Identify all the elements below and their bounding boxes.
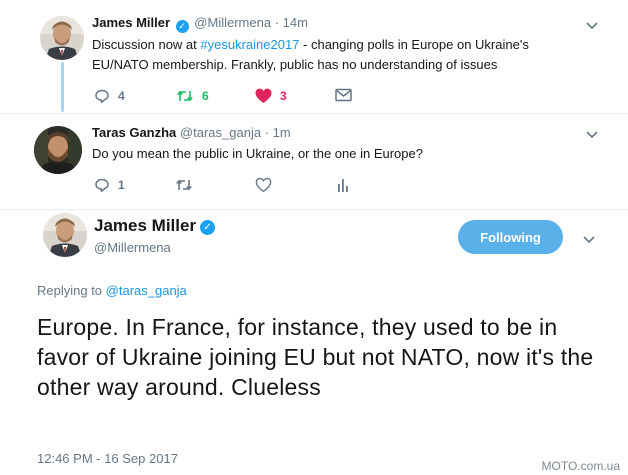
tweet-text: Do you mean the public in Ukraine, or th… bbox=[92, 146, 423, 161]
like-button[interactable]: 3 bbox=[255, 88, 287, 104]
heart-icon bbox=[255, 177, 272, 193]
author-name[interactable]: James Miller bbox=[92, 15, 170, 30]
like-count: 3 bbox=[280, 89, 287, 103]
retweet-icon bbox=[176, 179, 192, 191]
tweet-time[interactable]: 1m bbox=[273, 125, 291, 140]
retweet-button[interactable] bbox=[175, 177, 193, 193]
tweet-timestamp[interactable]: 12:46 PM - 16 Sep 2017 bbox=[37, 451, 178, 466]
tweet-james-miller-first[interactable]: James Miller ✓ @Millermena · 14m Discuss… bbox=[0, 0, 628, 113]
reply-count: 1 bbox=[118, 178, 125, 192]
reply-icon bbox=[95, 178, 109, 193]
focused-tweet-text: Europe. In France, for instance, they us… bbox=[37, 314, 594, 400]
like-button[interactable] bbox=[255, 177, 272, 193]
following-button[interactable]: Following bbox=[458, 220, 563, 254]
author-handle[interactable]: @taras_ganja bbox=[180, 125, 261, 140]
verified-badge-icon: ✓ bbox=[175, 20, 189, 33]
separator-dot: · bbox=[271, 15, 283, 30]
avatar[interactable] bbox=[34, 126, 82, 174]
author-name[interactable]: James Miller ✓ bbox=[94, 216, 216, 236]
retweet-icon bbox=[177, 90, 193, 102]
author-handle[interactable]: @Millermena bbox=[94, 240, 171, 255]
chevron-down-icon[interactable] bbox=[585, 127, 599, 141]
replying-handle-link[interactable]: @taras_ganja bbox=[106, 283, 187, 298]
analytics-button[interactable] bbox=[336, 177, 350, 193]
tweet-header: James Miller ✓ @Millermena · 14m bbox=[92, 15, 308, 33]
retweet-button[interactable]: 6 bbox=[176, 88, 209, 104]
avatar[interactable] bbox=[40, 16, 84, 60]
watermark: MOTO.com.ua bbox=[541, 459, 620, 473]
heart-icon bbox=[255, 88, 272, 103]
reply-button[interactable]: 1 bbox=[94, 177, 125, 193]
tweet-taras-ganzha[interactable]: Taras Ganzha @taras_ganja · 1m Do you me… bbox=[0, 113, 628, 210]
verified-badge-icon: ✓ bbox=[200, 220, 216, 235]
chevron-down-icon[interactable] bbox=[585, 18, 599, 32]
thread-connector-line bbox=[61, 62, 64, 112]
retweet-count: 6 bbox=[202, 89, 209, 103]
replying-prefix: Replying to bbox=[37, 283, 106, 298]
chevron-down-icon[interactable] bbox=[582, 232, 596, 246]
replying-to: Replying to @taras_ganja bbox=[37, 283, 187, 298]
envelope-icon bbox=[335, 88, 352, 102]
avatar[interactable] bbox=[43, 213, 87, 257]
tweet-text: Discussion now at #yesukraine2017 - chan… bbox=[92, 35, 582, 75]
tweet-time[interactable]: 14m bbox=[283, 15, 308, 30]
separator-dot: · bbox=[261, 125, 273, 140]
reply-count: 4 bbox=[118, 89, 125, 103]
author-handle[interactable]: @Millermena bbox=[194, 15, 271, 30]
analytics-icon bbox=[338, 179, 348, 192]
author-name[interactable]: Taras Ganzha bbox=[92, 125, 176, 140]
author-name-text: James Miller bbox=[94, 216, 197, 235]
direct-message-button[interactable] bbox=[335, 88, 352, 102]
hashtag-link[interactable]: #yesukraine2017 bbox=[200, 37, 299, 52]
reply-icon bbox=[95, 89, 109, 104]
reply-button[interactable]: 4 bbox=[94, 88, 125, 104]
tweet-header: Taras Ganzha @taras_ganja · 1m bbox=[92, 125, 291, 140]
tweet-text-part: Discussion now at bbox=[92, 37, 201, 52]
